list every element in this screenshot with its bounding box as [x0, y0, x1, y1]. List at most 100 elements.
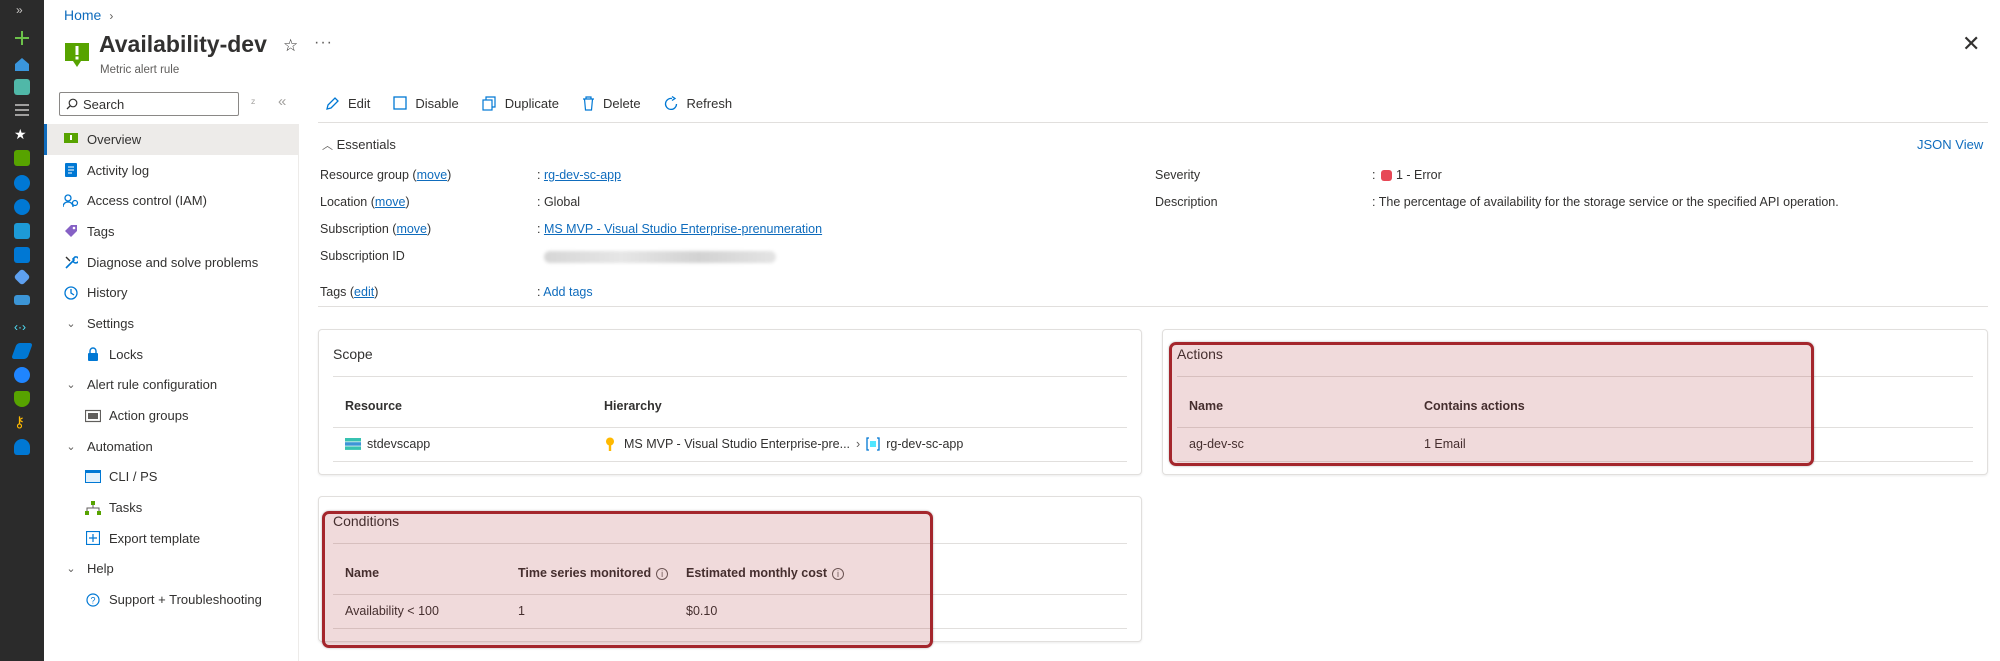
sidebar-item-label: History — [87, 285, 128, 301]
resource-group-link[interactable]: rg-dev-sc-app — [544, 168, 621, 182]
actions-highlight-box — [1169, 342, 1814, 466]
monitor-icon[interactable] — [14, 367, 30, 383]
move-location-link[interactable]: move — [375, 195, 406, 209]
cli-icon — [85, 469, 101, 485]
edit-button-label: Edit — [348, 95, 371, 111]
app-services-icon[interactable] — [14, 199, 30, 215]
dashboard-icon[interactable] — [14, 79, 30, 95]
tag-icon — [63, 223, 79, 239]
subscription-key-icon — [606, 437, 614, 451]
iam-icon — [63, 193, 79, 209]
close-icon[interactable]: ✕ — [1962, 33, 1980, 55]
more-options-icon[interactable]: ··· — [314, 34, 333, 52]
delete-trash-icon — [582, 95, 594, 111]
sidebar-item-locks[interactable]: Locks — [44, 339, 298, 370]
sidebar-item-label: Tasks — [109, 500, 143, 516]
sidebar-item-settings[interactable]: ⌄ Settings — [44, 308, 298, 339]
all-resources-icon[interactable] — [14, 150, 30, 166]
edit-button[interactable]: Edit — [325, 96, 370, 111]
move-resource-group-link[interactable]: move — [417, 168, 448, 182]
export-template-icon — [85, 530, 101, 546]
essentials-toggle[interactable]: ︿ Essentials — [322, 137, 396, 153]
create-resource-icon[interactable] — [14, 30, 30, 46]
sidebar-nav: Overview Activity log Access control (IA… — [44, 124, 298, 615]
chevron-down-icon: ⌄ — [66, 379, 76, 392]
sidebar-item-export-template[interactable]: Export template — [44, 523, 298, 554]
sidebar-item-cli-ps[interactable]: CLI / PS — [44, 462, 298, 493]
scope-title: Scope — [333, 346, 373, 362]
sql-icon[interactable] — [14, 223, 30, 239]
sidebar-item-history[interactable]: History — [44, 277, 298, 308]
page-title: Availability-dev — [99, 31, 267, 57]
essentials-value-description: : The percentage of availability for the… — [1372, 195, 1839, 209]
duplicate-button[interactable]: Duplicate — [482, 96, 559, 111]
collapse-menu-icon[interactable]: « — [278, 93, 286, 110]
sidebar-item-tags[interactable]: Tags — [44, 216, 298, 247]
sidebar-item-alert-rule-configuration[interactable]: ⌄ Alert rule configuration — [44, 370, 298, 401]
json-view-link[interactable]: JSON View — [1917, 137, 1983, 152]
home-icon[interactable] — [14, 56, 30, 72]
sidebar-item-support[interactable]: ? Support + Troubleshooting — [44, 584, 298, 615]
storage-accounts-icon[interactable] — [14, 295, 30, 305]
virtual-networks-icon[interactable]: ‹·› — [14, 319, 30, 335]
key-icon[interactable]: ⚷ — [14, 415, 30, 431]
essentials-label-resource-group: Resource group (move) — [320, 168, 452, 182]
favorites-star-icon[interactable]: ★ — [14, 126, 30, 142]
hierarchy-subscription[interactable]: MS MVP - Visual Studio Enterprise-pre... — [624, 437, 850, 451]
move-subscription-link[interactable]: move — [396, 222, 427, 236]
all-services-icon[interactable] — [14, 102, 30, 118]
sidebar-item-overview[interactable]: Overview — [44, 124, 298, 155]
sidebar-item-automation[interactable]: ⌄ Automation — [44, 431, 298, 462]
defender-icon[interactable] — [14, 391, 30, 407]
essentials-value-tags: : Add tags — [537, 285, 593, 299]
entra-id-icon[interactable] — [11, 343, 33, 359]
sidebar-item-label: Settings — [87, 315, 134, 331]
sidebar-item-iam[interactable]: Access control (IAM) — [44, 185, 298, 216]
refresh-button[interactable]: Refresh — [664, 95, 732, 111]
essentials-value-resource-group: : rg-dev-sc-app — [537, 168, 622, 182]
favorite-star-icon[interactable]: ☆ — [283, 36, 298, 56]
cost-management-icon[interactable] — [14, 439, 30, 455]
subscription-link[interactable]: MS MVP - Visual Studio Enterprise-prenum… — [544, 222, 822, 236]
sidebar-item-diagnose[interactable]: Diagnose and solve problems — [44, 247, 298, 278]
scope-resource-name[interactable]: stdevscapp — [367, 437, 430, 451]
essentials-value-subscription: : MS MVP - Visual Studio Enterprise-pren… — [537, 222, 823, 236]
essentials-label-location: Location (move) — [320, 195, 410, 209]
search-input[interactable] — [83, 96, 233, 112]
sidebar-item-help[interactable]: ⌄ Help — [44, 554, 298, 585]
metric-alert-rule-icon — [64, 42, 90, 68]
scope-resource: stdevscapp — [345, 435, 430, 453]
sidebar-item-label: Action groups — [109, 408, 189, 424]
refresh-icon — [664, 95, 677, 110]
essentials-label-tags: Tags (edit) — [320, 285, 379, 299]
breadcrumb-home-link[interactable]: Home — [64, 7, 101, 23]
sidebar-item-label: Help — [87, 561, 114, 577]
redacted-subscription-id — [544, 250, 776, 263]
search-shortcut-icon[interactable]: ᶻ — [251, 96, 255, 110]
breadcrumb-separator: › — [109, 9, 114, 23]
page-subtitle: Metric alert rule — [100, 64, 180, 76]
sidebar-divider — [298, 124, 299, 661]
essentials-label-severity: Severity — [1155, 168, 1201, 182]
add-tags-link[interactable]: Add tags — [543, 285, 592, 299]
resource-groups-icon[interactable] — [14, 175, 30, 191]
hierarchy-resource-group[interactable]: rg-dev-sc-app — [886, 437, 963, 451]
disable-button[interactable]: Disable — [393, 96, 459, 111]
expand-rail-icon[interactable]: » — [16, 3, 23, 17]
load-balancer-icon[interactable] — [13, 268, 31, 286]
edit-tags-link[interactable]: edit — [354, 285, 374, 299]
virtual-machines-icon[interactable] — [14, 247, 30, 263]
sidebar-item-action-groups[interactable]: Action groups — [44, 400, 298, 431]
lock-icon — [85, 346, 101, 362]
sidebar-item-tasks[interactable]: Tasks — [44, 492, 298, 523]
resource-group-icon — [866, 437, 880, 451]
sidebar-search[interactable] — [59, 92, 239, 116]
sidebar-item-activity-log[interactable]: Activity log — [44, 155, 298, 186]
history-icon — [63, 285, 79, 301]
command-bar: Edit Disable Duplicate Delete Refresh — [325, 93, 755, 113]
essentials-label-subscription: Subscription (move) — [320, 222, 432, 236]
chevron-up-icon: ︿ — [322, 140, 333, 152]
sidebar-item-label: Tags — [87, 223, 115, 239]
delete-button[interactable]: Delete — [582, 96, 641, 111]
svg-text:?: ? — [90, 595, 95, 605]
